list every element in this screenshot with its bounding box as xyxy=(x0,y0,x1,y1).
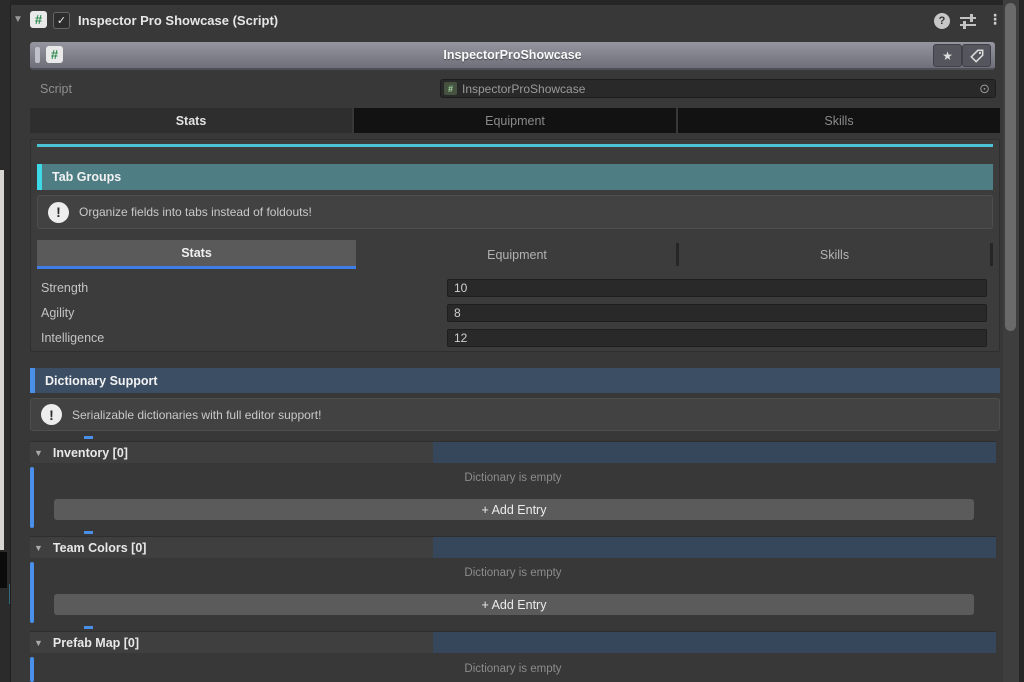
inventory-title: Inventory [0] xyxy=(53,446,128,460)
teal-accent-bar xyxy=(37,164,42,190)
component-banner: # InspectorProShowcase ★ xyxy=(30,42,995,70)
component-enabled-checkbox[interactable]: ✓ xyxy=(53,12,70,29)
inner-tab-skills[interactable]: Skills xyxy=(679,240,990,269)
inner-tab-equipment[interactable]: Equipment xyxy=(358,240,676,269)
tag-button[interactable] xyxy=(962,44,991,67)
dictionary-support-title: Dictionary Support xyxy=(45,374,158,388)
section-accent-dash xyxy=(84,436,93,439)
inventory-add-entry-button[interactable]: + Add Entry xyxy=(54,499,974,520)
agility-label: Agility xyxy=(41,306,74,320)
background-panel-edge-light xyxy=(0,170,4,550)
inventory-section-header[interactable]: ▼ Inventory [0] xyxy=(30,441,996,463)
banner-grip-handle[interactable] xyxy=(35,47,40,63)
prefab-map-title: Prefab Map [0] xyxy=(53,636,139,650)
foldout-icon[interactable]: ▼ xyxy=(34,543,43,553)
team-colors-section-header[interactable]: ▼ Team Colors [0] xyxy=(30,536,996,558)
tab-separator xyxy=(990,243,993,266)
banner-script-icon: # xyxy=(46,46,63,63)
window-right-edge xyxy=(1019,0,1024,682)
prefab-map-empty-text: Dictionary is empty xyxy=(30,663,996,675)
info-bubble-icon: ! xyxy=(48,202,69,223)
background-panel-edge-black xyxy=(0,552,7,588)
presets-knob xyxy=(963,21,966,29)
foldout-icon[interactable]: ▼ xyxy=(34,638,43,648)
tab-groups-info-text: Organize fields into tabs instead of fol… xyxy=(79,205,312,219)
team-colors-add-entry-button[interactable]: + Add Entry xyxy=(54,594,974,615)
script-field-label: Script xyxy=(40,82,72,96)
script-mini-icon: # xyxy=(444,82,457,95)
info-bubble-icon: ! xyxy=(41,404,62,425)
scrollbar-thumb[interactable] xyxy=(1005,3,1016,331)
component-foldout-icon[interactable]: ▼ xyxy=(13,14,23,25)
star-icon: ★ xyxy=(942,49,953,63)
dictionary-info-text: Serializable dictionaries with full edit… xyxy=(72,408,321,422)
presets-icon[interactable] xyxy=(960,15,976,28)
prefab-map-section-header[interactable]: ▼ Prefab Map [0] xyxy=(30,631,996,653)
dictionary-infobox: ! Serializable dictionaries with full ed… xyxy=(30,398,1000,431)
tab-groups-infobox: ! Organize fields into tabs instead of f… xyxy=(37,195,993,229)
inner-tab-stats[interactable]: Stats xyxy=(37,240,356,269)
team-colors-empty-text: Dictionary is empty xyxy=(30,567,996,579)
tab-skills[interactable]: Skills xyxy=(678,108,1000,133)
kebab-menu-icon[interactable]: ⋮ xyxy=(988,11,1002,28)
help-icon[interactable]: ? xyxy=(934,13,950,29)
agility-field[interactable]: 8 xyxy=(447,304,987,322)
component-title: Inspector Pro Showcase (Script) xyxy=(78,13,278,28)
section-header-highlight xyxy=(433,442,996,463)
banner-title: InspectorProShowcase xyxy=(30,48,995,62)
section-header-highlight xyxy=(433,537,996,558)
tab-groups-box: Tab Groups ! Organize fields into tabs i… xyxy=(30,139,1000,352)
tab-stats[interactable]: Stats xyxy=(30,108,352,133)
presets-knob xyxy=(970,14,973,22)
tab-equipment[interactable]: Equipment xyxy=(354,108,676,133)
intelligence-field[interactable]: 12 xyxy=(447,329,987,347)
strength-label: Strength xyxy=(41,281,88,295)
section-accent-dash xyxy=(84,626,93,629)
team-colors-title: Team Colors [0] xyxy=(53,541,147,555)
tab-groups-header: Tab Groups xyxy=(37,164,993,190)
script-field-value: InspectorProShowcase xyxy=(462,82,979,96)
section-accent-dash xyxy=(84,531,93,534)
inspector-top-border xyxy=(10,0,1019,5)
section-header-highlight xyxy=(433,632,996,653)
teal-accent-line xyxy=(37,144,993,147)
strength-field[interactable]: 10 xyxy=(447,279,987,297)
dictionary-support-header: Dictionary Support xyxy=(30,368,1000,393)
inventory-empty-text: Dictionary is empty xyxy=(30,472,996,484)
script-object-field[interactable]: # InspectorProShowcase ⊙ xyxy=(440,79,996,98)
blue-accent-bar xyxy=(30,368,35,393)
object-picker-icon[interactable]: ⊙ xyxy=(979,81,990,97)
tag-icon xyxy=(970,49,984,63)
foldout-icon[interactable]: ▼ xyxy=(34,448,43,458)
favorite-star-button[interactable]: ★ xyxy=(933,44,962,67)
tab-groups-title: Tab Groups xyxy=(52,170,121,184)
intelligence-label: Intelligence xyxy=(41,331,104,345)
script-file-icon: # xyxy=(30,11,47,28)
presets-line xyxy=(960,17,976,19)
